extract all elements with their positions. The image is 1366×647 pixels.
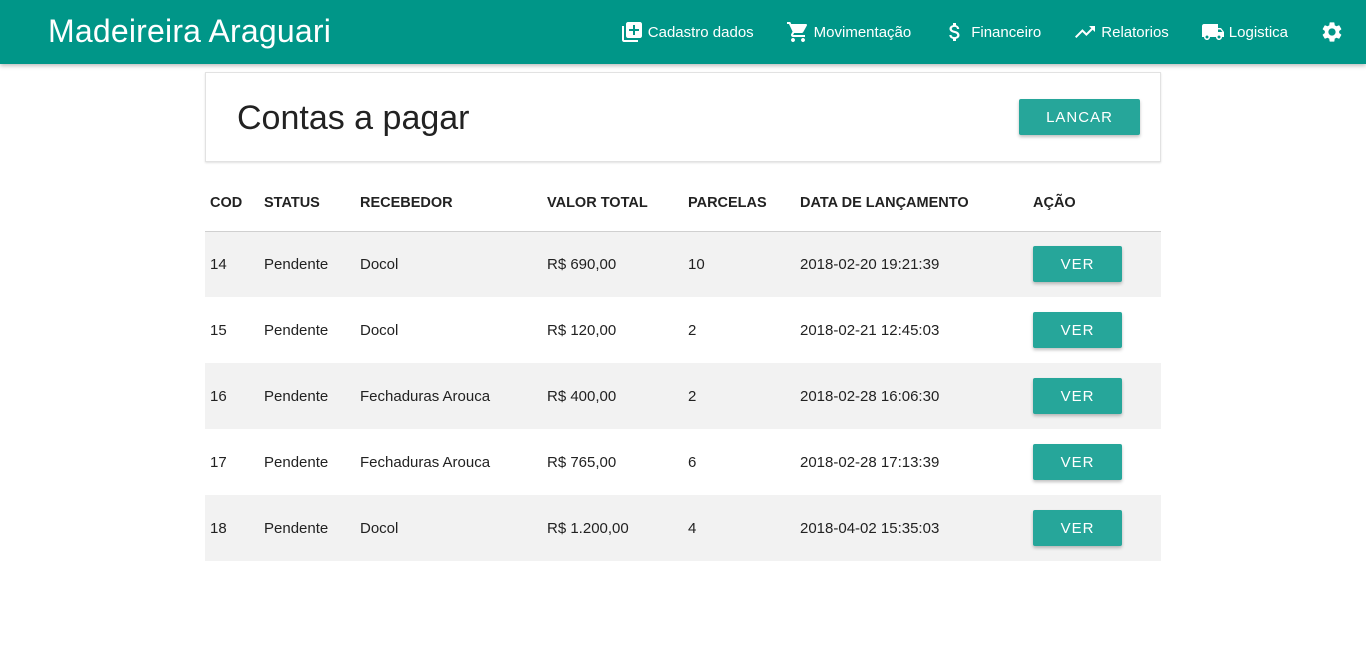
page-header-card: Contas a pagar LANCAR [205,72,1161,162]
nav-item-cadastro-dados[interactable]: Cadastro dados [604,0,770,64]
cell-recebedor: Docol [360,255,399,273]
nav-item-label: Financeiro [971,23,1042,41]
nav-item-relatorios[interactable]: Relatorios [1057,0,1185,64]
accounts-payable-table: COD STATUS RECEBEDOR VALOR TOTAL PARCELA… [205,176,1161,561]
column-header-status: STATUS [259,176,355,232]
dollar-icon [949,23,960,41]
cell-parcelas: 4 [688,519,697,537]
table-row: 15 Pendente Docol R$ 120,00 2 2018-02-21… [205,297,1161,363]
page-title: Contas a pagar [237,99,470,137]
cell-data-lancamento: 2018-02-21 12:45:03 [800,321,940,339]
nav-item-label: Relatorios [1101,23,1169,41]
settings-button[interactable] [1304,0,1350,64]
app-title[interactable]: Madeireira Araguari [48,13,331,50]
ver-button[interactable]: VER [1033,378,1122,414]
column-header-acao: AÇÃO [1028,176,1161,232]
cell-status: Pendente [264,453,329,471]
nav-item-financeiro[interactable]: Financeiro [927,0,1057,64]
nav-item-logistica[interactable]: Logistica [1185,0,1304,64]
column-header-valor-total: VALOR TOTAL [542,176,683,232]
gear-icon [1322,22,1342,42]
table-row: 18 Pendente Docol R$ 1.200,00 4 2018-04-… [205,495,1161,561]
table-header-row: COD STATUS RECEBEDOR VALOR TOTAL PARCELA… [205,176,1161,232]
cell-recebedor: Fechaduras Arouca [360,387,491,405]
cell-valor-total: R$ 690,00 [547,255,617,273]
cell-parcelas: 2 [688,387,697,405]
cell-recebedor: Docol [360,321,399,339]
cell-recebedor: Docol [360,519,399,537]
cell-cod: 17 [210,453,227,471]
cell-data-lancamento: 2018-02-28 16:06:30 [800,387,940,405]
ver-button[interactable]: VER [1033,510,1122,546]
cell-cod: 15 [210,321,227,339]
nav-item-label: Movimentação [813,23,912,41]
cell-acao: VER [1028,495,1161,561]
cell-cod: 14 [210,255,227,273]
nav-item-label: Logistica [1228,23,1288,41]
ver-button[interactable]: VER [1033,246,1122,283]
cell-acao: VER [1028,429,1161,495]
cell-parcelas: 2 [688,321,697,339]
cell-data-lancamento: 2018-02-28 17:13:39 [800,453,940,471]
cell-status: Pendente [264,519,329,537]
cell-status: Pendente [264,387,329,405]
cell-status: Pendente [264,321,329,339]
truck-icon [1201,24,1224,40]
cell-parcelas: 10 [688,255,705,273]
cell-valor-total: R$ 400,00 [547,387,617,405]
column-header-cod: COD [205,176,259,232]
lancar-button[interactable]: LANCAR [1019,99,1140,135]
library-add-icon [621,22,642,42]
ver-button[interactable]: VER [1033,312,1122,348]
cell-valor-total: R$ 1.200,00 [547,519,629,537]
nav-item-movimentacao[interactable]: Movimentação [770,0,928,64]
cell-status: Pendente [264,255,329,273]
column-header-recebedor: RECEBEDOR [355,176,542,232]
cell-valor-total: R$ 120,00 [547,321,617,339]
cell-acao: VER [1028,231,1161,297]
table-row: 17 Pendente Fechaduras Arouca R$ 765,00 … [205,429,1161,495]
cell-acao: VER [1028,297,1161,363]
nav-item-label: Cadastro dados [647,23,754,41]
shopping-cart-icon [786,22,807,42]
cell-cod: 18 [210,519,227,537]
top-navbar: Madeireira Araguari Cadastro dados Movim… [0,0,1366,64]
cell-cod: 16 [210,387,227,405]
cell-parcelas: 6 [688,453,697,471]
column-header-parcelas: PARCELAS [683,176,795,232]
cell-data-lancamento: 2018-04-02 15:35:03 [800,519,940,537]
cell-valor-total: R$ 765,00 [547,453,617,471]
cell-data-lancamento: 2018-02-20 19:21:39 [800,255,940,273]
trending-up-icon [1075,26,1096,38]
column-header-data-lancamento: DATA DE LANÇAMENTO [795,176,1028,232]
main-nav: Cadastro dados Movimentação Financeiro R… [604,0,1350,64]
ver-button[interactable]: VER [1033,444,1122,480]
table-row: 14 Pendente Docol R$ 690,00 10 2018-02-2… [205,231,1161,297]
cell-recebedor: Fechaduras Arouca [360,453,491,471]
cell-acao: VER [1028,363,1161,429]
table-row: 16 Pendente Fechaduras Arouca R$ 400,00 … [205,363,1161,429]
